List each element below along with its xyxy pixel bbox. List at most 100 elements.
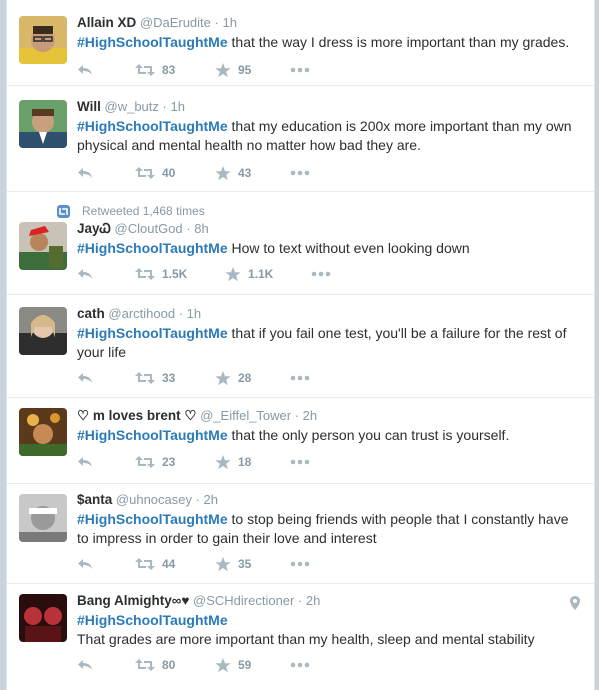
more-icon [290, 561, 310, 567]
retweet-button[interactable]: 80 [135, 656, 175, 674]
hashtag-link[interactable]: #HighSchoolTaughtMe [77, 34, 228, 50]
tweet[interactable]: ♡ m loves brent ♡ @_Eiffel_Tower · 2h #H… [7, 398, 594, 484]
tweet[interactable]: Allain XD @DaErudite · 1h #HighSchoolTau… [7, 0, 594, 86]
hashtag-link[interactable]: #HighSchoolTaughtMe [77, 118, 228, 134]
retweet-context: Retweeted 1,468 times [57, 203, 205, 219]
star-icon [215, 62, 231, 77]
user-handle[interactable]: @SCHdirectioner [193, 593, 294, 608]
tweet-body: How to text without even looking down [227, 240, 470, 256]
favorite-button[interactable]: 18 [215, 453, 251, 471]
reply-icon [78, 65, 92, 75]
hashtag-link[interactable]: #HighSchoolTaughtMe [77, 511, 228, 527]
tweet[interactable]: Bang Almighty∞♥ @SCHdirectioner · 2h #Hi… [7, 584, 594, 690]
hashtag-link[interactable]: #HighSchoolTaughtMe [77, 325, 228, 341]
reply-button[interactable] [77, 369, 93, 387]
reply-button[interactable] [77, 656, 93, 674]
reply-icon [78, 457, 92, 467]
reply-button[interactable] [77, 164, 93, 182]
retweeted-icon [57, 204, 70, 218]
user-handle[interactable]: @uhnocasey [116, 492, 192, 507]
favorite-count: 95 [238, 63, 252, 77]
tweet[interactable]: Will @w_butz · 1h #HighSchoolTaughtMe th… [7, 86, 594, 192]
favorite-count: 28 [238, 371, 252, 385]
tweet-time[interactable]: · 1h [163, 99, 185, 114]
retweet-icon [135, 456, 155, 468]
user-handle[interactable]: @_Eiffel_Tower [200, 408, 291, 423]
star-icon [215, 370, 231, 385]
avatar[interactable] [19, 16, 67, 64]
reply-button[interactable] [77, 453, 93, 471]
user-name[interactable]: Will [77, 99, 101, 114]
avatar[interactable] [19, 408, 67, 456]
favorite-count: 59 [238, 658, 252, 672]
retweet-count: 44 [162, 557, 176, 571]
retweet-icon [135, 558, 155, 570]
reply-button[interactable] [77, 265, 93, 283]
retweet-button[interactable]: 33 [135, 369, 175, 387]
tweet-time[interactable]: · 2h [196, 492, 218, 507]
more-button[interactable] [290, 656, 310, 674]
reply-button[interactable] [77, 555, 93, 573]
avatar[interactable] [19, 100, 67, 148]
user-handle[interactable]: @arctihood [108, 306, 175, 321]
user-handle[interactable]: @w_butz [105, 99, 159, 114]
more-button[interactable] [311, 265, 331, 283]
retweet-icon [135, 167, 155, 179]
retweet-button[interactable]: 40 [135, 164, 175, 182]
avatar[interactable] [19, 594, 67, 642]
reply-button[interactable] [77, 61, 93, 79]
retweet-button[interactable]: 44 [135, 555, 175, 573]
star-icon [215, 657, 231, 672]
reply-icon [78, 559, 92, 569]
user-handle[interactable]: @DaErudite [140, 15, 211, 30]
retweet-icon [135, 64, 155, 76]
avatar[interactable] [19, 494, 67, 542]
tweet-text: #HighSchoolTaughtMe to stop being friend… [77, 510, 584, 548]
favorite-button[interactable]: 95 [215, 61, 251, 79]
more-icon [311, 271, 331, 277]
more-icon [290, 459, 310, 465]
timeline: Allain XD @DaErudite · 1h #HighSchoolTau… [6, 0, 595, 690]
tweet[interactable]: Retweeted 1,468 times JayᏇ @CloutGod · 8… [7, 192, 594, 295]
favorite-button[interactable]: 43 [215, 164, 251, 182]
more-button[interactable] [290, 164, 310, 182]
more-button[interactable] [290, 453, 310, 471]
more-button[interactable] [290, 369, 310, 387]
more-button[interactable] [290, 61, 310, 79]
tweet-time[interactable]: · 2h [298, 593, 320, 608]
tweet-time[interactable]: · 8h [186, 221, 208, 236]
avatar[interactable] [19, 222, 67, 270]
retweet-button[interactable]: 1.5K [135, 265, 187, 283]
user-name[interactable]: cath [77, 306, 105, 321]
tweet-text: #HighSchoolTaughtMe that the only person… [77, 426, 584, 445]
tweet[interactable]: cath @arctihood · 1h #HighSchoolTaughtMe… [7, 295, 594, 398]
hashtag-link[interactable]: #HighSchoolTaughtMe [77, 240, 228, 256]
favorite-button[interactable]: 59 [215, 656, 251, 674]
hashtag-link[interactable]: #HighSchoolTaughtMe [77, 427, 228, 443]
retweet-count: 33 [162, 371, 176, 385]
tweet-time[interactable]: · 1h [215, 15, 237, 30]
avatar[interactable] [19, 307, 67, 355]
star-icon [215, 454, 231, 469]
retweet-button[interactable]: 83 [135, 61, 175, 79]
tweet-text: #HighSchoolTaughtMe How to text without … [77, 239, 584, 258]
retweet-button[interactable]: 23 [135, 453, 175, 471]
more-icon [290, 662, 310, 668]
user-handle[interactable]: @CloutGod [115, 221, 183, 236]
favorite-button[interactable]: 1.1K [225, 265, 273, 283]
favorite-button[interactable]: 35 [215, 555, 251, 573]
user-name[interactable]: Bang Almighty∞♥ [77, 593, 189, 608]
hashtag-link[interactable]: #HighSchoolTaughtMe [77, 612, 228, 628]
tweet-time[interactable]: · 2h [295, 408, 317, 423]
favorite-button[interactable]: 28 [215, 369, 251, 387]
reply-icon [78, 660, 92, 670]
tweet[interactable]: $anta @uhnocasey · 2h #HighSchoolTaughtM… [7, 484, 594, 584]
tweet-time[interactable]: · 1h [179, 306, 201, 321]
user-name[interactable]: ♡ m loves brent ♡ [77, 408, 196, 423]
more-button[interactable] [290, 555, 310, 573]
user-name[interactable]: JayᏇ [77, 221, 111, 236]
star-icon [225, 266, 241, 281]
retweet-icon [135, 268, 155, 280]
user-name[interactable]: $anta [77, 492, 112, 507]
user-name[interactable]: Allain XD [77, 15, 136, 30]
